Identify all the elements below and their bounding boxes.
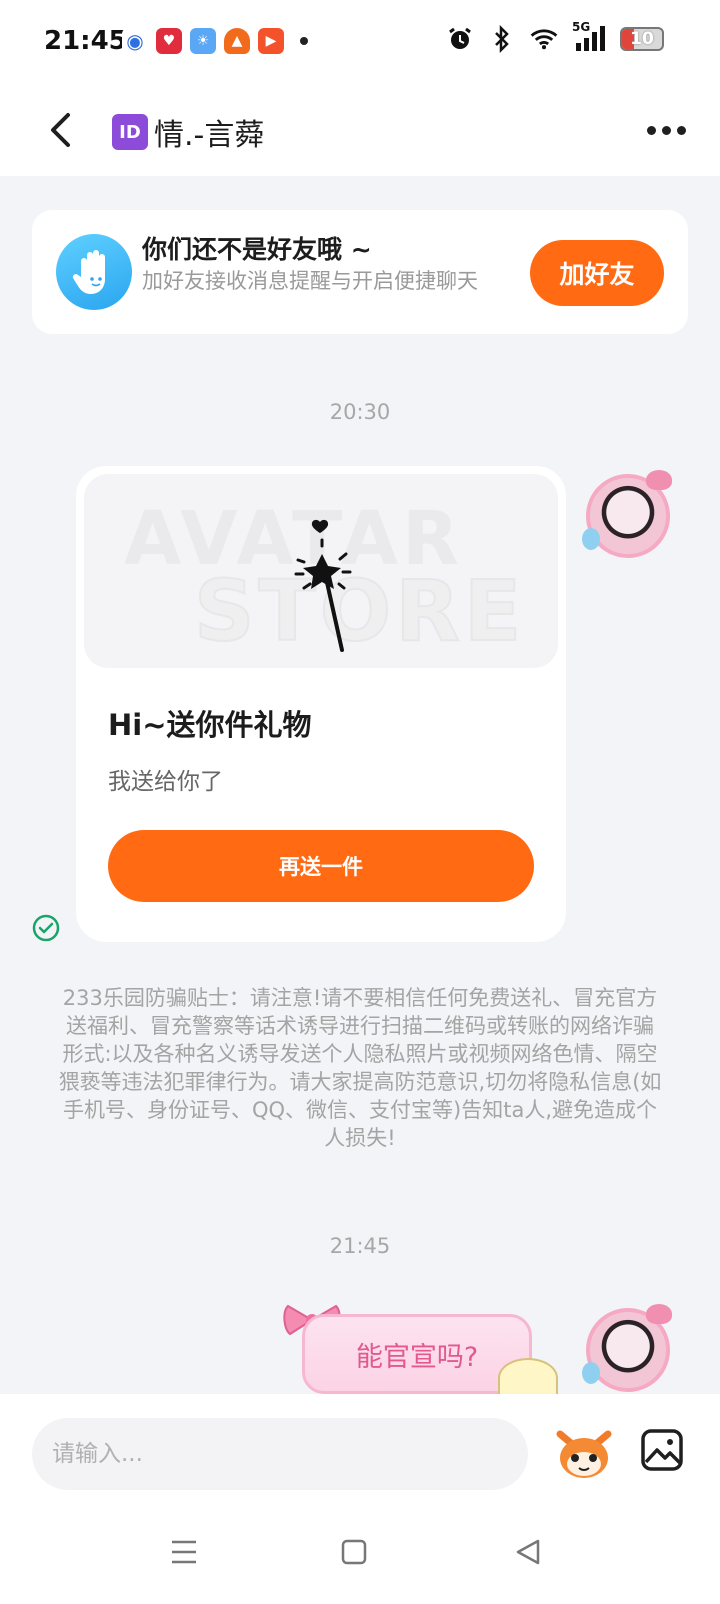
heart-app-icon: ♥ <box>156 28 182 54</box>
message-input[interactable] <box>32 1418 528 1490</box>
paw-app-icon: ◉ <box>122 28 148 54</box>
battery-level: 10 <box>630 29 654 49</box>
wave-hand-icon <box>56 234 132 310</box>
anti-fraud-notice: 233乐园防骗贴士：请注意!请不要相信任何免费送礼、冒充官方送福利、冒充警察等话… <box>58 986 662 1150</box>
weather-app-icon: ☀ <box>190 28 216 54</box>
alarm-icon <box>446 24 474 54</box>
image-picker-icon[interactable] <box>640 1428 684 1472</box>
character-sticker-icon <box>498 1358 558 1398</box>
battery-icon: 10 <box>620 27 664 51</box>
user-avatar[interactable] <box>582 470 672 558</box>
nav-home-button[interactable] <box>334 1532 374 1572</box>
back-triangle-icon <box>516 1539 540 1565</box>
game-app-icon: ▲ <box>224 28 250 54</box>
chat-header: ID 情.-言蕣 <box>0 84 720 176</box>
sent-check-icon <box>32 914 60 942</box>
more-notifications-dot <box>300 37 308 45</box>
nav-menu-button[interactable] <box>164 1532 204 1572</box>
gift-message-card[interactable]: AVATAR STORE Hi~送你件礼物 我送给你了 再送一件 <box>76 466 566 942</box>
chevron-left-icon <box>51 113 70 147</box>
network-type: 5G <box>572 20 591 34</box>
add-friend-card: 你们还不是好友哦 ~ 加好友接收消息提醒与开启便捷聊天 加好友 <box>32 210 688 334</box>
menu-icon <box>172 1540 196 1564</box>
chat-title-text: 情.-言蕣 <box>154 118 265 153</box>
more-dot-icon <box>647 125 656 135</box>
home-square-icon <box>341 1539 367 1565</box>
message-timestamp: 20:30 <box>329 400 391 424</box>
bluetooth-icon <box>488 24 516 54</box>
id-badge-icon: ID <box>112 114 148 150</box>
message-timestamp: 21:45 <box>329 1234 391 1258</box>
more-dot-icon <box>677 125 686 135</box>
nav-back-button[interactable] <box>508 1532 548 1572</box>
video-app-icon: ▶ <box>258 28 284 54</box>
send-again-button[interactable]: 再送一件 <box>108 830 534 902</box>
cellular-signal-icon: 5G <box>572 20 606 54</box>
message-input-bar <box>0 1394 720 1500</box>
gift-banner-image: AVATAR STORE <box>84 474 558 668</box>
notification-icons: ◉ ♥ ☀ ▲ ▶ <box>122 28 308 54</box>
add-friend-button[interactable]: 加好友 <box>530 240 664 306</box>
not-friends-title: 你们还不是好友哦 ~ <box>142 235 372 264</box>
back-button[interactable] <box>40 108 80 152</box>
chat-title: ID 情.-言蕣 <box>112 110 264 154</box>
more-options-button[interactable] <box>647 116 686 144</box>
more-dot-icon <box>662 125 671 135</box>
emoji-mascot-button[interactable] <box>554 1424 614 1482</box>
magic-wand-icon <box>294 519 352 652</box>
system-icons: 5G 10 <box>446 20 664 54</box>
not-friends-subtitle: 加好友接收消息提醒与开启便捷聊天 <box>142 269 478 293</box>
gift-description: 我送给你了 <box>108 769 223 795</box>
user-avatar[interactable] <box>582 1304 672 1392</box>
wifi-icon <box>530 24 558 54</box>
system-navigation-bar <box>0 1500 720 1604</box>
status-time: 21:45 <box>44 26 127 56</box>
gift-title: Hi~送你件礼物 <box>108 708 312 742</box>
status-bar: 21:45 ◉ ♥ ☀ ▲ ▶ 5G 10 <box>0 0 720 84</box>
